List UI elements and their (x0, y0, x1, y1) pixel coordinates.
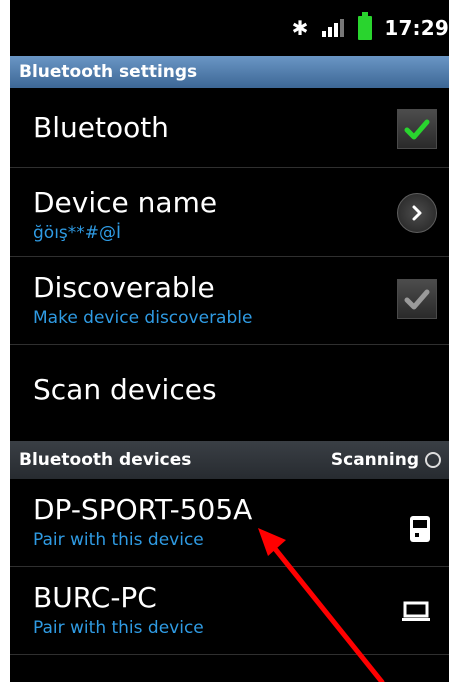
device-name: DP-SPORT-505A (33, 493, 253, 526)
battery-icon (358, 12, 373, 40)
bluetooth-label: Bluetooth (33, 111, 169, 144)
discoverable-label: Discoverable (33, 271, 215, 304)
status-time: 17:29 (384, 16, 449, 40)
settings-header-title: Bluetooth settings (19, 62, 198, 82)
bluetooth-toggle-row[interactable]: Bluetooth (10, 88, 449, 168)
status-bar: ✱ 17:29 (10, 0, 449, 56)
device-row[interactable]: DP-SPORT-505A Pair with this device (10, 479, 449, 567)
signal-icon (322, 19, 345, 37)
scan-devices-label: Scan devices (33, 372, 217, 406)
devices-header-title: Bluetooth devices (19, 450, 192, 470)
bluetooth-status-icon: ✱ (291, 16, 309, 40)
bluetooth-checkbox[interactable] (397, 109, 437, 149)
scan-status-label: Scanning (330, 450, 419, 470)
discoverable-row[interactable]: Discoverable Make device discoverable (10, 257, 449, 345)
settings-header: Bluetooth settings (10, 56, 449, 88)
device-name-label: Device name (33, 186, 218, 219)
scan-status: Scanning (331, 450, 441, 470)
devices-header: Bluetooth devices Scanning (10, 441, 449, 479)
scan-devices-row[interactable]: Scan devices (10, 345, 449, 433)
check-icon (404, 119, 430, 140)
chevron-right-icon[interactable] (397, 193, 437, 233)
device-name-row[interactable]: Device name ğöış**#@İ (10, 168, 449, 257)
device-row[interactable]: BURC-PC Pair with this device (10, 567, 449, 655)
device-name: BURC-PC (33, 581, 157, 614)
check-icon (404, 289, 430, 310)
phone-icon (409, 515, 431, 547)
device-sub: Pair with this device (33, 530, 204, 550)
device-name-value: ğöış**#@İ (33, 223, 122, 243)
spinner-icon (425, 452, 441, 468)
laptop-icon (401, 601, 431, 627)
discoverable-sub: Make device discoverable (33, 308, 253, 328)
phone-screen: ✱ 17:29 Bluetooth settings Bluetooth Dev… (10, 0, 449, 682)
device-sub: Pair with this device (33, 618, 204, 638)
discoverable-checkbox[interactable] (397, 279, 437, 319)
